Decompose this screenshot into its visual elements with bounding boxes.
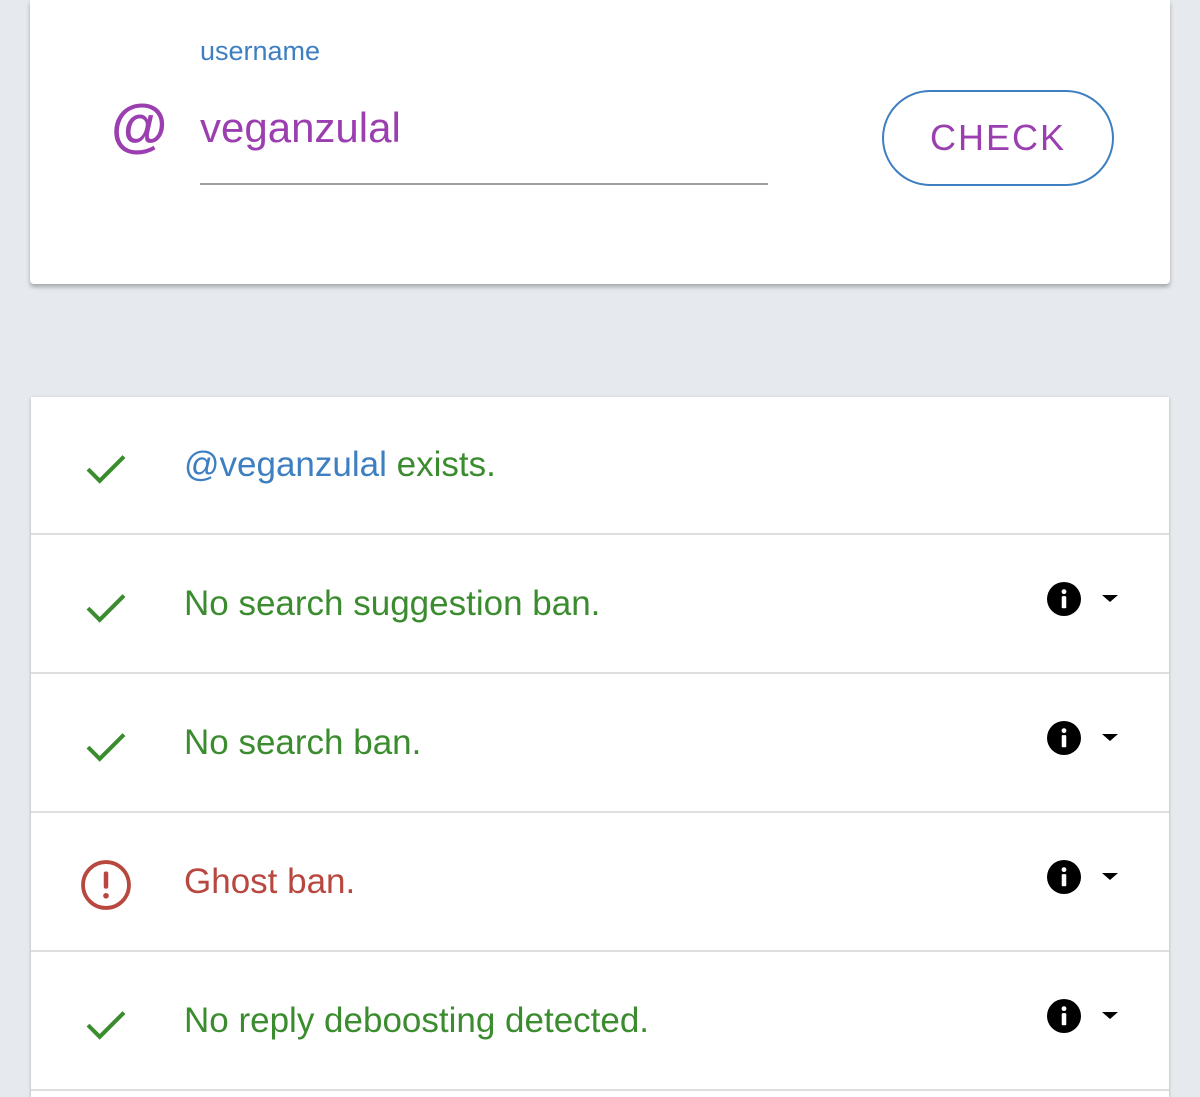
check-button[interactable]: CHECK bbox=[882, 90, 1114, 186]
info-icon[interactable] bbox=[1047, 721, 1081, 755]
result-text: No reply deboosting detected. bbox=[184, 1001, 650, 1040]
result-row-ghost-ban[interactable]: Ghost ban. bbox=[31, 814, 1169, 952]
chevron-down-icon[interactable] bbox=[1099, 730, 1121, 744]
chevron-down-icon[interactable] bbox=[1099, 1008, 1121, 1022]
check-icon bbox=[86, 455, 126, 484]
result-text: No search suggestion ban. bbox=[184, 584, 601, 623]
username-input-underline bbox=[200, 183, 768, 185]
results-list: @veganzulal exists. No search suggestion… bbox=[31, 397, 1169, 1097]
chevron-down-icon[interactable] bbox=[1099, 591, 1121, 605]
check-icon bbox=[86, 594, 126, 623]
result-text: @veganzulal exists. bbox=[184, 445, 496, 485]
info-icon[interactable] bbox=[1047, 860, 1081, 894]
result-text: Ghost ban. bbox=[184, 862, 356, 901]
result-row-search-suggestion-ban[interactable]: No search suggestion ban. bbox=[31, 536, 1169, 674]
info-icon[interactable] bbox=[1047, 999, 1081, 1033]
check-icon bbox=[86, 1011, 126, 1040]
result-text: No search ban. bbox=[184, 723, 422, 762]
alert-circle-icon bbox=[81, 860, 131, 910]
result-message: exists. bbox=[386, 445, 496, 484]
result-row-exists: @veganzulal exists. bbox=[31, 397, 1169, 535]
chevron-down-icon[interactable] bbox=[1099, 869, 1121, 883]
at-sign-icon: @ bbox=[110, 94, 167, 159]
result-row-reply-deboosting[interactable]: No reply deboosting detected. bbox=[31, 953, 1169, 1091]
username-handle-link[interactable]: @veganzulal bbox=[184, 445, 387, 484]
check-icon bbox=[86, 733, 126, 762]
username-label: username bbox=[200, 36, 321, 66]
username-input[interactable] bbox=[200, 96, 768, 160]
result-row-search-ban[interactable]: No search ban. bbox=[31, 675, 1169, 813]
username-search-card: @ username CHECK bbox=[30, 0, 1170, 284]
info-icon[interactable] bbox=[1047, 582, 1081, 616]
